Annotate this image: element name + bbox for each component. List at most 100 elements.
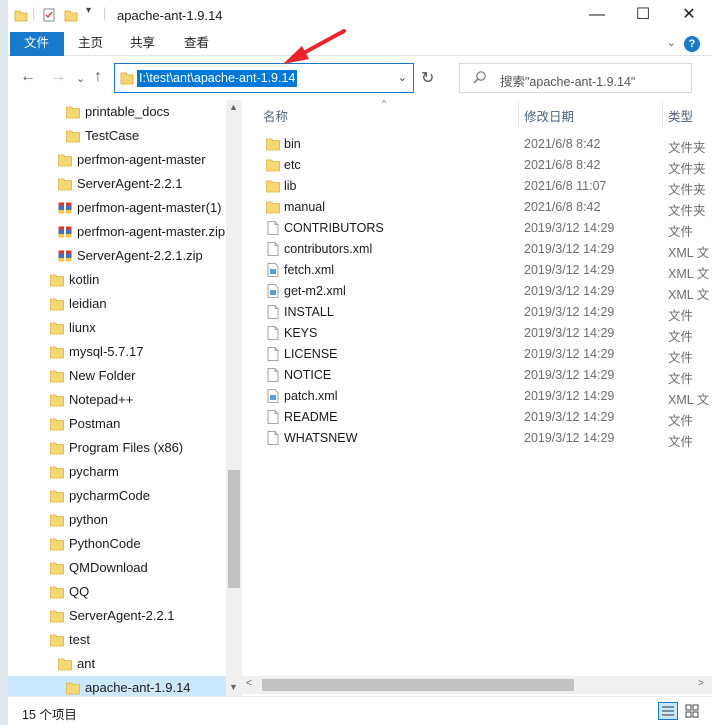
tree-item[interactable]: perfmon-agent-master.zip xyxy=(8,220,226,244)
address-bar[interactable]: I:\test\ant\apache-ant-1.9.14 ⌄ xyxy=(114,63,414,93)
tab-file[interactable]: 文件 xyxy=(10,32,64,56)
refresh-icon[interactable]: ↻ xyxy=(421,68,434,88)
scrollbar-thumb[interactable] xyxy=(262,679,574,691)
file-list-pane: ^ 名称 修改日期 类型 bin 2021/6/8 8:42 文件夹 etc 2021/… xyxy=(242,100,712,696)
address-path[interactable]: I:\test\ant\apache-ant-1.9.14 xyxy=(137,70,298,87)
large-icons-view-icon[interactable] xyxy=(682,702,702,720)
tree-item[interactable]: test xyxy=(8,628,226,652)
expand-ribbon-chevron-icon[interactable]: ⌄ xyxy=(667,36,676,49)
recent-locations-chevron-icon[interactable]: ⌄ xyxy=(76,72,85,85)
tree-item[interactable]: pycharm xyxy=(8,460,226,484)
tree-item-label: liunx xyxy=(69,320,96,335)
file-row[interactable]: bin 2021/6/8 8:42 文件夹 xyxy=(242,134,712,155)
maximize-button[interactable]: ☐ xyxy=(620,0,666,32)
zip-icon xyxy=(58,226,72,238)
tree-item[interactable]: QMDownload xyxy=(8,556,226,580)
file-row[interactable]: CONTRIBUTORS 2019/3/12 14:29 文件 xyxy=(242,218,712,239)
file-name: lib xyxy=(284,179,297,193)
tree-item[interactable]: perfmon-agent-master xyxy=(8,148,226,172)
tree-item[interactable]: kotlin xyxy=(8,268,226,292)
tab-home[interactable]: 主页 xyxy=(64,32,117,56)
horizontal-scrollbar[interactable]: < > xyxy=(242,676,712,694)
file-type: 文件 xyxy=(668,309,694,323)
tree-item[interactable]: perfmon-agent-master(1) xyxy=(8,196,226,220)
file-row[interactable]: NOTICE 2019/3/12 14:29 文件 xyxy=(242,365,712,386)
folder-icon xyxy=(50,418,64,431)
file-row[interactable]: INSTALL 2019/3/12 14:29 文件 xyxy=(242,302,712,323)
sort-ascending-icon: ^ xyxy=(382,100,387,108)
file-row[interactable]: KEYS 2019/3/12 14:29 文件 xyxy=(242,323,712,344)
tree-item-label: TestCase xyxy=(85,128,140,143)
tree-item[interactable]: Notepad++ xyxy=(8,388,226,412)
file-type: 文件夹 xyxy=(668,162,706,176)
tree-item[interactable]: liunx xyxy=(8,316,226,340)
column-header-date[interactable]: 修改日期 xyxy=(524,106,574,125)
help-icon[interactable]: ? xyxy=(684,36,700,52)
file-row[interactable]: patch.xml 2019/3/12 14:29 XML 文 xyxy=(242,386,712,407)
tree-item[interactable]: python xyxy=(8,508,226,532)
properties-icon[interactable] xyxy=(42,8,56,22)
folder-icon xyxy=(50,538,64,551)
scroll-left-arrow-icon[interactable]: < xyxy=(246,678,252,689)
tree-item[interactable]: leidian xyxy=(8,292,226,316)
file-date: 2021/6/8 11:07 xyxy=(524,179,607,193)
folder-icon xyxy=(266,201,280,214)
close-button[interactable]: ✕ xyxy=(666,0,712,32)
tree-item[interactable]: pycharmCode xyxy=(8,484,226,508)
tree-item[interactable]: QQ xyxy=(8,580,226,604)
address-dropdown-chevron-icon[interactable]: ⌄ xyxy=(398,71,407,84)
forward-arrow-icon[interactable]: → xyxy=(50,68,66,86)
file-row[interactable]: README 2019/3/12 14:29 文件 xyxy=(242,407,712,428)
new-folder-icon[interactable] xyxy=(64,8,78,22)
tree-item[interactable]: ServerAgent-2.2.1 xyxy=(8,604,226,628)
scrollbar-thumb[interactable] xyxy=(228,470,240,588)
tree-item-label: Notepad++ xyxy=(69,392,134,407)
file-icon xyxy=(267,368,279,382)
file-row[interactable]: get-m2.xml 2019/3/12 14:29 XML 文 xyxy=(242,281,712,302)
column-divider[interactable] xyxy=(662,100,663,128)
folder-icon[interactable] xyxy=(14,8,28,22)
folder-icon xyxy=(50,442,64,455)
tree-item[interactable]: ant xyxy=(8,652,226,676)
file-row[interactable]: WHATSNEW 2019/3/12 14:29 文件 xyxy=(242,428,712,449)
tree-item[interactable]: apache-ant-1.9.14 xyxy=(8,676,226,696)
up-arrow-icon[interactable]: ↑ xyxy=(94,68,102,86)
tree-item[interactable]: PythonCode xyxy=(8,532,226,556)
navigation-scrollbar[interactable]: ▲ ▼ xyxy=(226,100,242,696)
tree-item[interactable]: mysql-5.7.17 xyxy=(8,340,226,364)
search-box[interactable]: 搜索"apache-ant-1.9.14" xyxy=(459,63,692,93)
tree-item-label: pycharmCode xyxy=(69,488,150,503)
file-row[interactable]: LICENSE 2019/3/12 14:29 文件 xyxy=(242,344,712,365)
file-row[interactable]: manual 2021/6/8 8:42 文件夹 xyxy=(242,197,712,218)
customize-toolbar-chevron-icon[interactable]: ▾ xyxy=(86,5,91,16)
status-bar: 15 个项目 xyxy=(8,696,712,725)
file-row[interactable]: fetch.xml 2019/3/12 14:29 XML 文 xyxy=(242,260,712,281)
column-header-type[interactable]: 类型 xyxy=(668,106,693,125)
scroll-right-arrow-icon[interactable]: > xyxy=(698,678,704,689)
tree-item[interactable]: TestCase xyxy=(8,124,226,148)
file-row[interactable]: lib 2021/6/8 11:07 文件夹 xyxy=(242,176,712,197)
tree-item[interactable]: New Folder xyxy=(8,364,226,388)
tree-item[interactable]: printable_docs xyxy=(8,100,226,124)
back-arrow-icon[interactable]: ← xyxy=(20,68,36,86)
title-separator: | xyxy=(103,6,107,20)
scroll-up-arrow-icon[interactable]: ▲ xyxy=(229,102,238,112)
tree-item-label: ant xyxy=(77,656,96,671)
file-date: 2019/3/12 14:29 xyxy=(524,263,615,277)
file-name: contributors.xml xyxy=(284,242,373,256)
tab-view[interactable]: 查看 xyxy=(170,32,223,56)
tree-item[interactable]: ServerAgent-2.2.1 xyxy=(8,172,226,196)
minimize-button[interactable]: — xyxy=(574,0,620,32)
tab-share[interactable]: 共享 xyxy=(116,32,169,56)
column-divider[interactable] xyxy=(518,100,519,128)
tree-item[interactable]: ServerAgent-2.2.1.zip xyxy=(8,244,226,268)
column-header-name[interactable]: 名称 xyxy=(263,106,288,125)
xml-icon xyxy=(267,389,279,403)
tree-item[interactable]: Program Files (x86) xyxy=(8,436,226,460)
file-row[interactable]: contributors.xml 2019/3/12 14:29 XML 文 xyxy=(242,239,712,260)
scroll-down-arrow-icon[interactable]: ▼ xyxy=(229,682,238,692)
details-view-icon[interactable] xyxy=(658,702,678,720)
tree-item[interactable]: Postman xyxy=(8,412,226,436)
folder-icon xyxy=(266,180,280,193)
file-row[interactable]: etc 2021/6/8 8:42 文件夹 xyxy=(242,155,712,176)
